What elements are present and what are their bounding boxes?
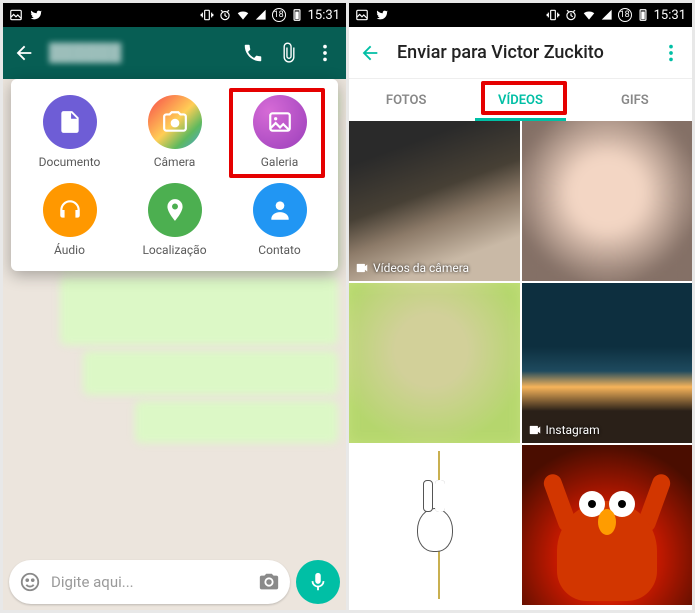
emoji-icon[interactable] — [19, 571, 41, 593]
wifi-icon — [582, 8, 596, 22]
album-instagram[interactable]: Instagram — [522, 283, 693, 443]
video-thumb[interactable] — [522, 445, 693, 605]
battery-icon — [290, 8, 304, 22]
gallery-grid[interactable]: Vídeos da câmera Instagram — [349, 121, 692, 610]
clock-text: 15:31 — [654, 8, 686, 23]
message-placeholder: Digite aqui... — [51, 573, 248, 591]
chat-header: ██████ — [3, 27, 346, 79]
attach-camera[interactable]: Câmera — [122, 95, 227, 169]
back-icon[interactable] — [13, 42, 35, 64]
attach-contact[interactable]: Contato — [227, 183, 332, 257]
signal-icon — [254, 8, 268, 22]
picker-header: Enviar para Victor Zuckito — [349, 27, 692, 79]
attachment-sheet: Documento Câmera Galeria Áudio Localizaç… — [11, 79, 338, 271]
signal-icon — [600, 8, 614, 22]
data-badge: 18 — [618, 8, 632, 22]
more-icon[interactable] — [314, 42, 336, 64]
mic-button[interactable] — [296, 560, 340, 604]
media-tabs: FOTOS VÍDEOS GIFS — [349, 79, 692, 121]
attach-document[interactable]: Documento — [17, 95, 122, 169]
vibrate-icon — [546, 8, 560, 22]
attach-gallery-label: Galeria — [261, 155, 299, 169]
twitter-icon — [29, 8, 43, 22]
image-icon — [9, 8, 23, 22]
album-label: Vídeos da câmera — [373, 261, 469, 275]
alarm-icon — [218, 8, 232, 22]
screen-picker: 18 15:31 Enviar para Victor Zuckito FOTO… — [349, 3, 692, 610]
album-camera-videos[interactable]: Vídeos da câmera — [349, 121, 520, 281]
attach-camera-label: Câmera — [154, 155, 196, 169]
call-icon[interactable] — [242, 42, 264, 64]
tab-videos[interactable]: VÍDEOS — [463, 79, 577, 121]
video-icon — [528, 423, 542, 437]
image-icon — [355, 8, 369, 22]
statusbar: 18 15:31 — [3, 3, 346, 27]
video-icon — [355, 261, 369, 275]
statusbar: 18 15:31 — [349, 3, 692, 27]
album-label: Instagram — [546, 423, 600, 437]
picker-title: Enviar para Victor Zuckito — [397, 42, 644, 63]
message-out[interactable] — [135, 401, 338, 443]
tab-photos[interactable]: FOTOS — [349, 79, 463, 121]
battery-icon — [636, 8, 650, 22]
attach-gallery[interactable]: Galeria — [227, 95, 332, 169]
clock-text: 15:31 — [308, 8, 340, 23]
wifi-icon — [236, 8, 250, 22]
camera-input-icon[interactable] — [258, 571, 280, 593]
alarm-icon — [564, 8, 578, 22]
message-input[interactable]: Digite aqui... — [9, 560, 290, 604]
data-badge: 18 — [272, 8, 286, 22]
video-thumb[interactable] — [349, 445, 520, 605]
screen-chat: 18 15:31 ██████ Digite aqui... — [3, 3, 346, 610]
input-row: Digite aqui... — [9, 560, 340, 604]
attach-location-label: Localização — [142, 243, 206, 257]
more-icon[interactable] — [660, 42, 682, 64]
message-out[interactable] — [60, 277, 338, 345]
message-out[interactable] — [83, 351, 338, 395]
attach-icon[interactable] — [278, 42, 300, 64]
attach-audio[interactable]: Áudio — [17, 183, 122, 257]
attach-document-label: Documento — [39, 155, 101, 169]
vibrate-icon — [200, 8, 214, 22]
attach-audio-label: Áudio — [54, 243, 85, 257]
tab-gifs[interactable]: GIFS — [578, 79, 692, 121]
video-thumb[interactable] — [522, 121, 693, 281]
attach-contact-label: Contato — [258, 243, 300, 257]
back-icon[interactable] — [359, 42, 381, 64]
video-thumb[interactable] — [349, 283, 520, 443]
attach-location[interactable]: Localização — [122, 183, 227, 257]
twitter-icon — [375, 8, 389, 22]
chat-title[interactable]: ██████ — [49, 43, 228, 63]
